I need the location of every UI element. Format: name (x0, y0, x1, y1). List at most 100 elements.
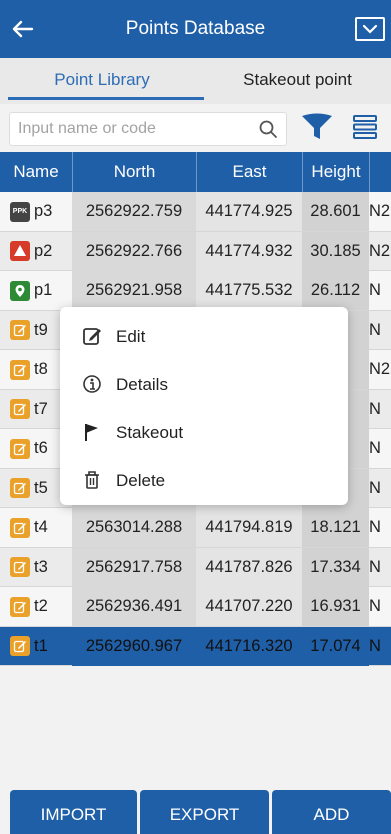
edit-icon (10, 359, 30, 380)
east-cell: 441707.220 (196, 587, 302, 626)
east-cell: 441716.320 (196, 626, 302, 666)
point-name-cell: PPK p3 (0, 192, 72, 231)
point-name-cell: t2 (0, 587, 72, 626)
table-row[interactable]: t4 2563014.288 441794.819 18.121 N (0, 508, 391, 548)
edit-icon (10, 636, 30, 656)
menu-item-label: Edit (116, 327, 146, 346)
point-name-cell: t1 (0, 627, 72, 666)
north-cell: 2562922.759 (72, 192, 196, 231)
column-header-code[interactable] (369, 152, 391, 192)
page-title: Points Database (125, 18, 266, 39)
code-cell: N (369, 320, 381, 339)
active-tab-indicator (8, 97, 204, 100)
table-header: Name North East Height (0, 152, 391, 192)
edit-icon (83, 328, 101, 345)
column-header-north[interactable]: North (72, 152, 196, 192)
search-box (9, 112, 287, 146)
menu-item-label: Stakeout (116, 423, 184, 442)
point-name: t8 (34, 360, 48, 378)
code-cell: N (369, 557, 381, 576)
table-row[interactable]: p1 2562921.958 441775.532 26.112 N (0, 271, 391, 311)
point-name: p2 (34, 241, 53, 260)
east-cell: 441774.925 (196, 192, 302, 231)
east-cell: 441774.932 (196, 231, 302, 271)
code-cell: N2 (369, 202, 391, 220)
ppk-icon: PPK (10, 201, 30, 222)
table-row[interactable]: t1 2562960.967 441716.320 17.074 N (0, 626, 391, 666)
east-cell: 441775.532 (196, 271, 302, 310)
height-cell: 28.601 (302, 192, 369, 231)
filter-icon[interactable] (300, 112, 334, 142)
height-cell: 18.121 (302, 508, 369, 547)
point-name: t7 (34, 399, 48, 418)
code-cell: N2 (369, 241, 391, 260)
point-name-cell: t4 (0, 508, 72, 547)
menu-item-details[interactable]: Details (60, 361, 348, 407)
search-input[interactable] (18, 113, 248, 145)
point-name-cell: t3 (0, 548, 72, 587)
code-cell: N (369, 478, 381, 497)
point-name-cell: p1 (0, 271, 72, 310)
point-name: t5 (34, 478, 48, 497)
flag-icon (85, 424, 98, 441)
column-header-height[interactable]: Height (302, 152, 369, 192)
bottom-action-bar: IMPORT EXPORT ADD (0, 790, 391, 834)
code-cell: N (369, 597, 381, 615)
table-row[interactable]: p2 2562922.766 441774.932 30.185 N2 (0, 231, 391, 271)
table-row[interactable]: t3 2562917.758 441787.826 17.334 N (0, 547, 391, 587)
edit-icon (10, 596, 30, 617)
point-name: t4 (34, 518, 48, 536)
north-cell: 2562960.967 (72, 626, 196, 666)
point-name-cell: p2 (0, 232, 72, 271)
height-cell: 17.334 (302, 547, 369, 587)
edit-icon (10, 438, 30, 459)
chevron-down-icon (362, 24, 378, 34)
add-button[interactable]: ADD (272, 790, 391, 834)
import-button[interactable]: IMPORT (10, 790, 137, 834)
north-cell: 2562917.758 (72, 547, 196, 587)
column-header-name[interactable]: Name (0, 152, 72, 192)
north-cell: 2563014.288 (72, 508, 196, 547)
height-cell: 26.112 (302, 271, 369, 310)
code-cell: N (369, 518, 381, 536)
menu-item-edit[interactable]: Edit (60, 313, 348, 359)
height-cell: 17.074 (302, 626, 369, 666)
point-name: t2 (34, 597, 48, 615)
point-name: t1 (34, 636, 48, 655)
context-menu: Edit Details Stakeout Delete (60, 307, 348, 505)
point-name: t6 (34, 439, 48, 457)
info-icon (83, 375, 101, 393)
north-cell: 2562922.766 (72, 231, 196, 271)
dropdown-menu-button[interactable] (355, 17, 385, 41)
trash-icon (85, 471, 99, 489)
table-row[interactable]: t2 2562936.491 441707.220 16.931 N (0, 587, 391, 627)
list-view-icon[interactable] (350, 112, 380, 142)
code-cell: N (369, 281, 381, 299)
north-cell: 2562921.958 (72, 271, 196, 310)
height-cell: 30.185 (302, 231, 369, 271)
point-name: t9 (34, 320, 48, 339)
edit-icon (10, 320, 30, 340)
code-cell: N (369, 636, 381, 655)
menu-item-delete[interactable]: Delete (60, 457, 348, 503)
point-name: p1 (34, 281, 53, 299)
edit-icon (10, 478, 30, 498)
menu-item-label: Delete (116, 471, 166, 490)
tab-stakeout-point[interactable]: Stakeout point (204, 58, 391, 104)
point-name: t3 (34, 557, 48, 576)
edit-icon (10, 517, 30, 538)
east-cell: 441787.826 (196, 547, 302, 587)
edit-icon (10, 557, 30, 577)
warning-icon (10, 241, 30, 261)
height-cell: 16.931 (302, 587, 369, 626)
table-row[interactable]: PPK p3 2562922.759 441774.925 28.601 N2 (0, 192, 391, 232)
column-header-east[interactable]: East (196, 152, 302, 192)
point-name: p3 (34, 202, 53, 220)
app-header: Points Database (0, 0, 391, 58)
menu-item-stakeout[interactable]: Stakeout (60, 409, 348, 455)
menu-item-label: Details (116, 375, 168, 394)
code-cell: N (369, 439, 381, 457)
code-cell: N2 (369, 360, 391, 378)
export-button[interactable]: EXPORT (140, 790, 269, 834)
search-icon[interactable] (258, 119, 278, 139)
